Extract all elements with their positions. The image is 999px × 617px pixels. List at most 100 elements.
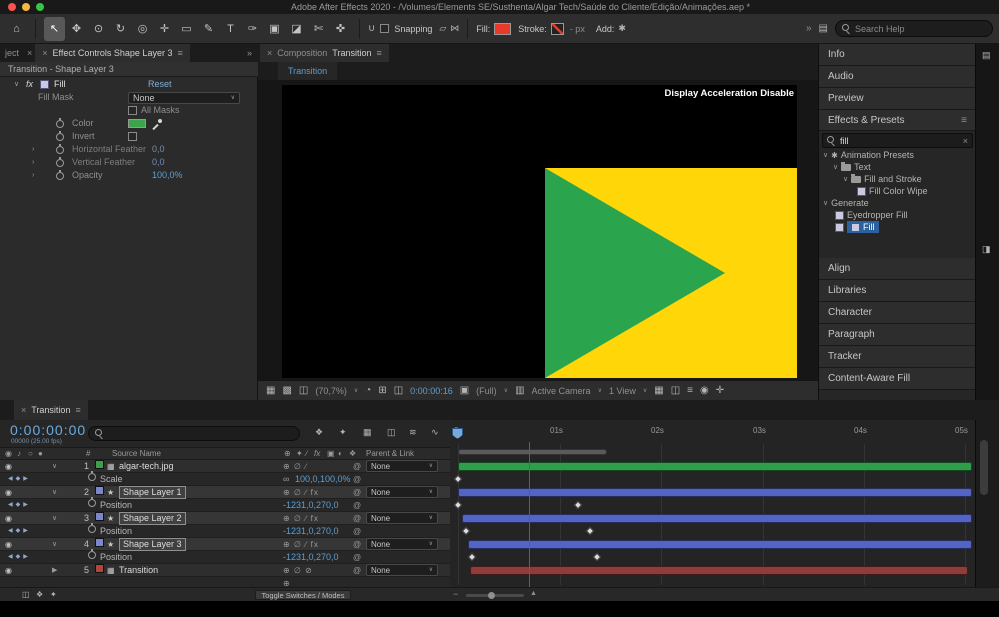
graph-editor-icon[interactable]: ∿ bbox=[431, 427, 439, 438]
eye-icon[interactable]: ◉ bbox=[5, 512, 12, 525]
parent-link-column-label[interactable]: Parent & Link bbox=[366, 448, 414, 460]
property-row-position-1[interactable]: ◀◆▶ Position -1231,0,270,0 @ bbox=[0, 499, 450, 512]
close-icon[interactable]: × bbox=[42, 48, 47, 58]
current-time-indicator-line[interactable] bbox=[529, 442, 530, 587]
parent-dropdown[interactable]: None ∨ bbox=[366, 564, 438, 576]
property-value[interactable]: -1231,0,270,0 bbox=[283, 551, 339, 564]
panel-menu-icon[interactable]: ≡ bbox=[961, 115, 967, 126]
puppet-pin-tool-icon[interactable]: ✜ bbox=[330, 17, 351, 41]
zoom-window-button[interactable] bbox=[36, 3, 44, 11]
panel-header-paragraph[interactable]: Paragraph bbox=[819, 324, 976, 346]
property-row-position-2[interactable]: ◀◆▶ Position -1231,0,270,0 @ bbox=[0, 525, 450, 538]
twirl-open-icon[interactable]: ∨ bbox=[823, 199, 828, 207]
layer-color-swatch[interactable] bbox=[95, 512, 104, 521]
exposure-icon[interactable]: ◔ bbox=[365, 385, 371, 396]
close-icon[interactable]: × bbox=[24, 48, 35, 58]
stopwatch-icon[interactable] bbox=[88, 551, 96, 559]
stopwatch-icon[interactable] bbox=[56, 120, 64, 128]
rotate-tool-icon[interactable]: ↻ bbox=[110, 17, 131, 41]
twirl-closed-icon[interactable]: › bbox=[32, 143, 34, 156]
comp-canvas[interactable] bbox=[282, 85, 797, 378]
frame-blending-icon[interactable]: ▦ bbox=[363, 427, 372, 438]
panel-header-preview[interactable]: Preview bbox=[819, 88, 976, 110]
zoom-in-icon[interactable]: ▲ bbox=[530, 590, 537, 597]
type-tool-icon[interactable]: T bbox=[220, 17, 241, 41]
fast-previews-icon[interactable]: ▥ bbox=[515, 385, 524, 396]
eye-icon[interactable]: ◉ bbox=[5, 460, 12, 473]
pickwhip-icon[interactable]: @ bbox=[353, 538, 361, 551]
panel-header-effects-presets[interactable]: Effects & Presets ≡ bbox=[819, 110, 976, 131]
parent-dropdown[interactable]: None ∨ bbox=[366, 486, 438, 498]
grid-guides-icon[interactable]: ▩ bbox=[282, 385, 291, 396]
layer-color-swatch[interactable] bbox=[95, 460, 104, 469]
layer-row-3[interactable]: ◉ ∨ 3 ★ Shape Layer 2 ⊕ ∅ ∕ fx @ None ∨ bbox=[0, 512, 450, 525]
pan-behind-tool-icon[interactable]: ✛ bbox=[154, 17, 175, 41]
transparency-grid-icon[interactable]: ◫ bbox=[671, 385, 680, 396]
layer-row-1[interactable]: ◉ ∨ 1 ▦ algar-tech.jpg ⊕ ∅ ∕ @ None ∨ bbox=[0, 460, 450, 473]
color-swatch[interactable] bbox=[128, 119, 146, 128]
pixel-aspect-icon[interactable]: ⊞ bbox=[378, 385, 386, 396]
pixel-aspect-correction-icon[interactable]: ▦ bbox=[654, 385, 663, 396]
crosshair-icon[interactable]: ✛ bbox=[716, 385, 724, 396]
panel-menu-icon[interactable]: ≡ bbox=[75, 405, 80, 415]
stopwatch-icon[interactable] bbox=[88, 473, 96, 481]
fill-mask-dropdown[interactable]: None ∨ bbox=[128, 92, 240, 104]
pickwhip-icon[interactable]: @ bbox=[353, 525, 361, 538]
help-search-input[interactable] bbox=[855, 24, 986, 34]
comp-mini-flowchart-icon[interactable]: ❖ bbox=[315, 427, 323, 438]
keyframe-navigator[interactable]: ◀◆▶ bbox=[8, 551, 31, 564]
layer-name[interactable]: algar-tech.jpg bbox=[119, 460, 174, 473]
twirl-open-icon[interactable]: ∨ bbox=[14, 78, 19, 91]
view-layout-dropdown[interactable]: 1 View bbox=[609, 386, 636, 396]
comp-frame[interactable]: Display Acceleration Disable bbox=[282, 85, 797, 378]
layer-switches[interactable]: ⊕ ∅ ∕ bbox=[283, 460, 307, 473]
property-name[interactable]: Scale bbox=[100, 473, 123, 486]
always-preview-icon[interactable]: ▦ bbox=[266, 385, 275, 396]
project-tab[interactable]: ject bbox=[0, 48, 24, 58]
more-tools-chevron-icon[interactable]: » bbox=[806, 23, 812, 34]
close-window-button[interactable] bbox=[8, 3, 16, 11]
all-masks-checkbox[interactable] bbox=[128, 106, 137, 115]
effects-presets-search-input[interactable] bbox=[840, 136, 959, 146]
layer-switches[interactable]: ⊕ ∅ ∕ fx bbox=[283, 538, 319, 551]
timeline-search-box[interactable] bbox=[88, 426, 300, 441]
toggle-switches-modes-button[interactable]: Toggle Switches / Modes bbox=[255, 590, 351, 600]
layer-row-4[interactable]: ◉ ∨ 4 ★ Shape Layer 3 ⊕ ∅ ∕ fx @ None ∨ bbox=[0, 538, 450, 551]
twirl-closed-icon[interactable]: › bbox=[32, 169, 34, 182]
workspace-icon[interactable]: ▤ bbox=[982, 50, 991, 61]
overflow-chevron-icon[interactable]: » bbox=[241, 48, 258, 58]
eye-icon[interactable]: ◉ bbox=[5, 538, 12, 551]
layer-bar-algar-tech[interactable] bbox=[458, 462, 972, 471]
stopwatch-icon[interactable] bbox=[88, 525, 96, 533]
snapping-checkbox[interactable] bbox=[380, 24, 389, 33]
layer-switches[interactable]: ⊕ ∅ ⊘ bbox=[283, 564, 313, 577]
eyedropper-icon[interactable] bbox=[152, 119, 162, 129]
scrollbar-thumb[interactable] bbox=[980, 440, 988, 495]
panel-menu-icon[interactable]: ≡ bbox=[177, 48, 182, 58]
tab-effect-controls[interactable]: × Effect Controls Shape Layer 3 ≡ bbox=[35, 44, 189, 62]
twirl-open-icon[interactable]: ∨ bbox=[823, 151, 828, 159]
brush-tool-icon[interactable]: ✑ bbox=[242, 17, 263, 41]
effects-presets-search-box[interactable]: × bbox=[822, 133, 973, 148]
expand-render-time-icon[interactable]: ❖ bbox=[36, 590, 43, 599]
selected-effect[interactable]: Fill bbox=[847, 221, 879, 233]
panel-header-tracker[interactable]: Tracker bbox=[819, 346, 976, 368]
pickwhip-icon[interactable]: @ bbox=[353, 551, 361, 564]
opacity-value[interactable]: 100,0% bbox=[152, 169, 183, 182]
layer-name[interactable]: Transition bbox=[119, 564, 158, 577]
twirl-open-icon[interactable]: ∨ bbox=[833, 163, 838, 171]
twirl-open-icon[interactable]: ∨ bbox=[843, 175, 848, 183]
minimize-window-button[interactable] bbox=[22, 3, 30, 11]
current-timecode[interactable]: 0:00:00:00 bbox=[10, 422, 86, 438]
clear-search-icon[interactable]: × bbox=[963, 136, 968, 146]
horizontal-feather-value[interactable]: 0,0 bbox=[152, 143, 165, 156]
timeline-search-input[interactable] bbox=[108, 429, 293, 439]
layer-switches[interactable]: ⊕ ∅ ∕ fx bbox=[283, 486, 319, 499]
tab-timeline-transition[interactable]: × Transition ≡ bbox=[14, 400, 88, 420]
source-name-column-label[interactable]: Source Name bbox=[112, 448, 161, 460]
panel-header-character[interactable]: Character bbox=[819, 302, 976, 324]
ruler-label[interactable]: 02s bbox=[651, 426, 664, 435]
effect-header-row[interactable]: ∨ fx Fill Reset bbox=[0, 78, 258, 91]
parent-dropdown[interactable]: None ∨ bbox=[366, 538, 438, 550]
hand-tool-icon[interactable]: ✥ bbox=[66, 17, 87, 41]
